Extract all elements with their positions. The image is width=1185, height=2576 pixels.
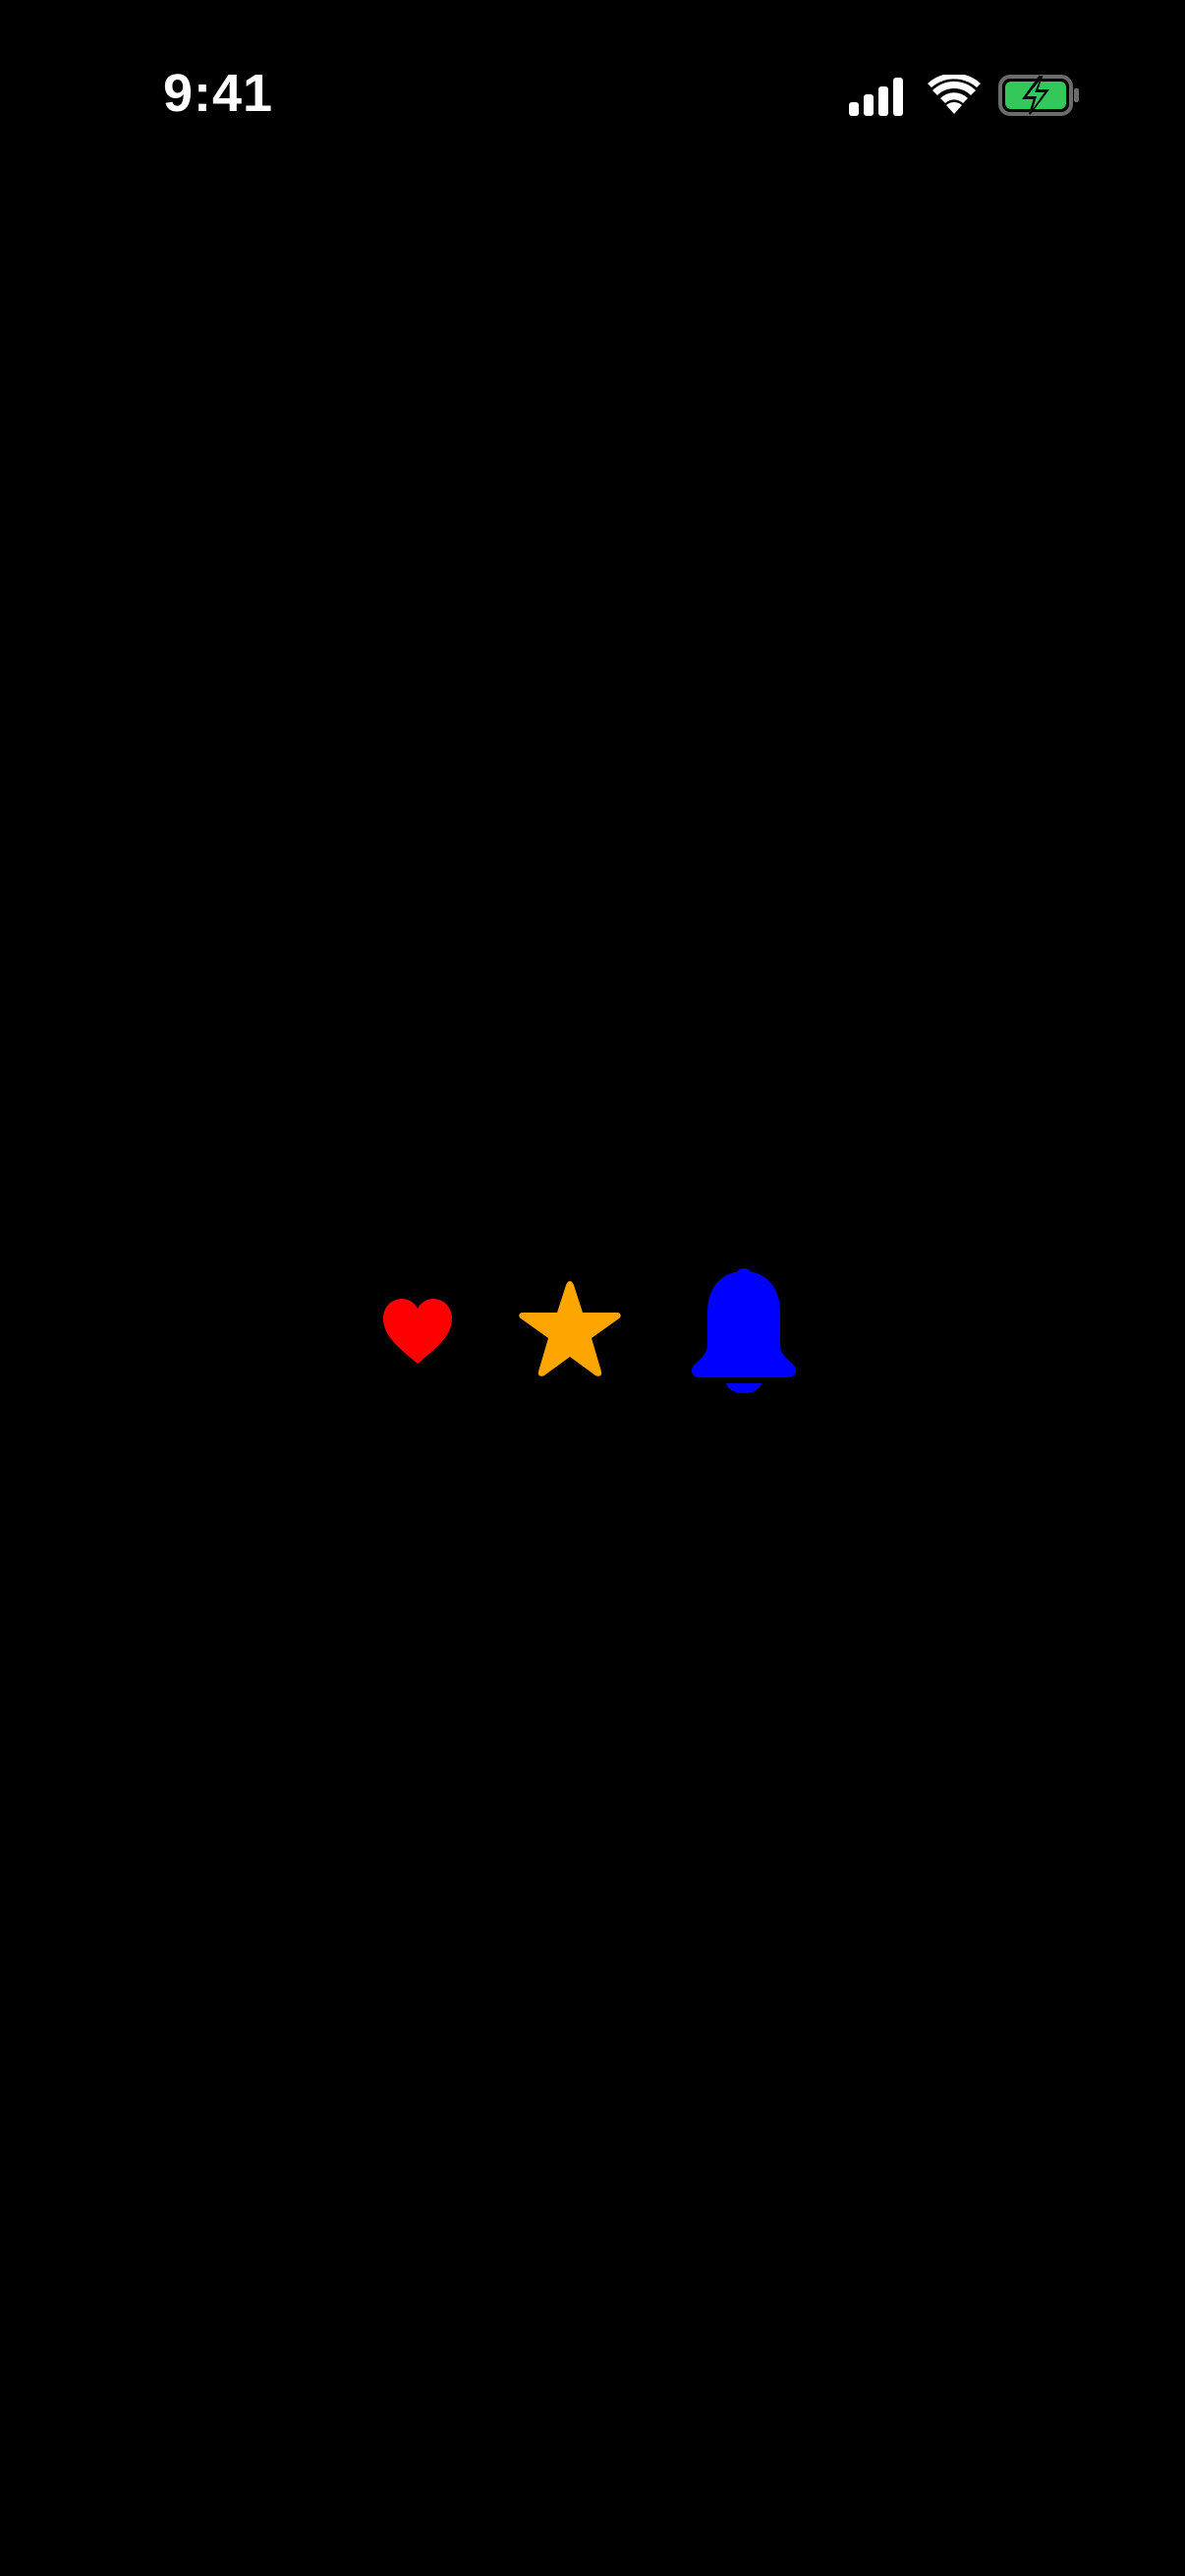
icon-row (0, 1258, 1185, 1415)
status-time: 9:41 (163, 64, 274, 123)
cellular-signal-icon (849, 78, 903, 116)
app-screen: 9:41 (0, 0, 1185, 2576)
status-bar: 9:41 (0, 0, 1185, 196)
wifi-icon (928, 75, 981, 114)
status-icons (845, 71, 1081, 122)
heart-icon[interactable] (381, 1297, 454, 1366)
star-icon[interactable] (517, 1279, 623, 1383)
bell-icon[interactable] (688, 1267, 800, 1393)
battery-charging-icon (998, 75, 1079, 116)
